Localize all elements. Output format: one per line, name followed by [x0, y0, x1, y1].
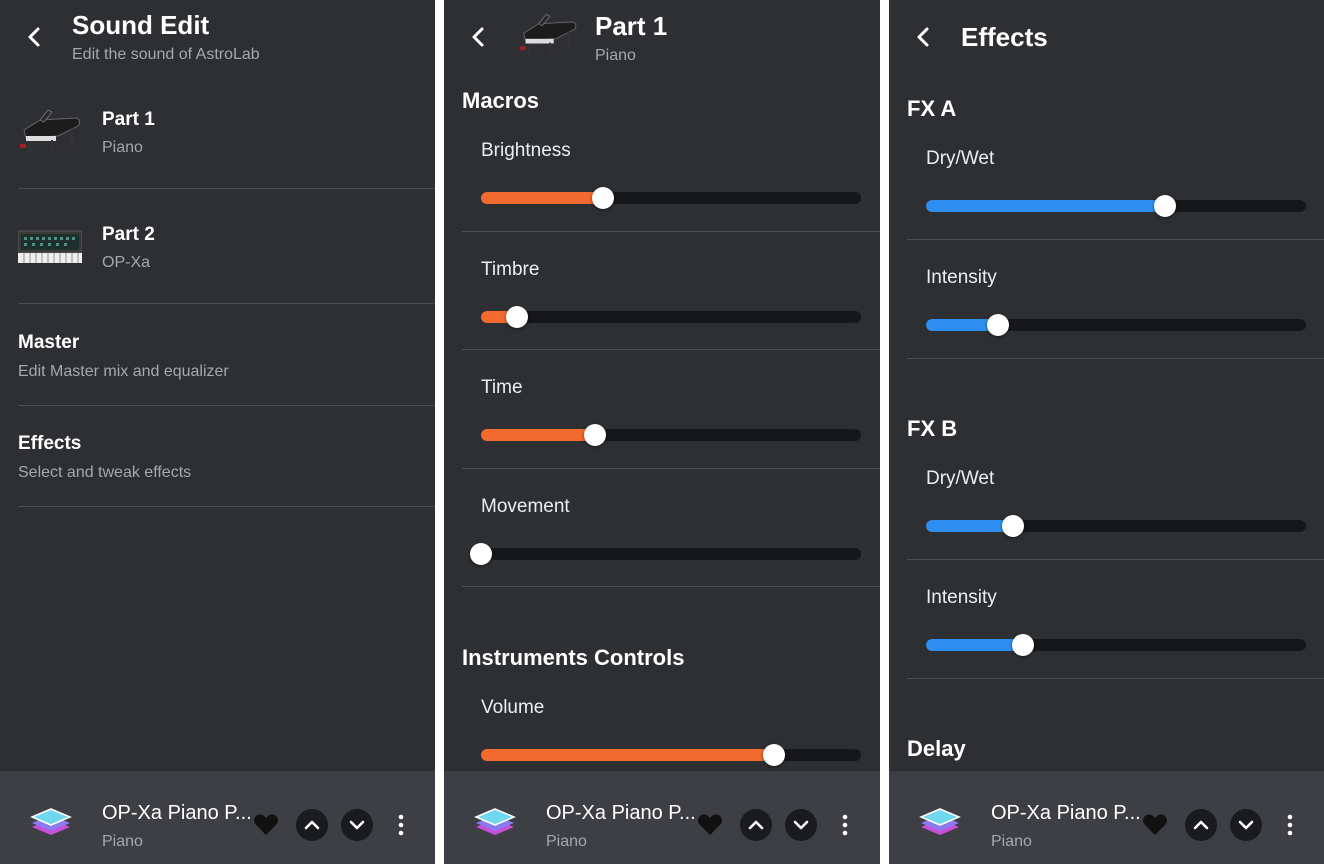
- divider: [18, 506, 435, 507]
- heart-icon[interactable]: [1141, 811, 1169, 839]
- fx-b-dry-wet-slider-thumb[interactable]: [1002, 515, 1025, 537]
- movement-slider-thumb[interactable]: [470, 543, 492, 565]
- fx-b-intensity-slider-thumb[interactable]: [1011, 634, 1034, 656]
- track-subtitle: Piano: [102, 833, 143, 850]
- effects-panel: Effects FX A Dry/Wet Intensity FX B Dry/…: [889, 0, 1324, 864]
- page-title: Part 1: [595, 11, 668, 41]
- grand-piano-image: [20, 109, 81, 154]
- fx-a-dry-wet-slider[interactable]: [926, 195, 1306, 217]
- part-2-title: Part 2: [102, 224, 155, 245]
- divider: [462, 349, 880, 350]
- chevron-up-icon[interactable]: [1185, 809, 1217, 841]
- master-item[interactable]: Master Edit Master mix and equalizer: [0, 304, 435, 405]
- track-title: OP-Xa Piano P...: [102, 802, 252, 824]
- fx-a-dry-wet-slider-thumb[interactable]: [1154, 195, 1177, 217]
- chevron-up-icon[interactable]: [740, 809, 772, 841]
- part-1-title: Part 1: [102, 109, 155, 130]
- fx-a-dry-wet-slider-fill: [926, 200, 1166, 212]
- chevron-up-icon[interactable]: [296, 809, 328, 841]
- grand-piano-image: [519, 13, 577, 56]
- time-slider[interactable]: [481, 424, 861, 446]
- volume-slider-thumb[interactable]: [762, 744, 785, 766]
- chevron-down-icon[interactable]: [1230, 809, 1262, 841]
- delay-heading: Delay: [907, 736, 966, 761]
- brightness-label: Brightness: [481, 140, 571, 161]
- timbre-slider-thumb[interactable]: [506, 306, 529, 328]
- movement-label: Movement: [481, 496, 570, 517]
- track-subtitle: Piano: [546, 833, 587, 850]
- page-subtitle: Piano: [595, 47, 636, 64]
- volume-slider-fill: [481, 749, 774, 761]
- brightness-slider-fill: [481, 192, 603, 204]
- effects-item[interactable]: Effects Select and tweak effects: [0, 406, 435, 506]
- page-title: Effects: [961, 22, 1048, 52]
- master-subtitle: Edit Master mix and equalizer: [18, 363, 229, 380]
- part-1-subtitle: Piano: [102, 139, 143, 156]
- more-vertical-icon[interactable]: [1279, 811, 1301, 839]
- back-arrow-icon[interactable]: [464, 22, 494, 52]
- divider: [462, 586, 880, 587]
- track-title: OP-Xa Piano P...: [991, 802, 1141, 824]
- fx-a-intensity-slider-thumb[interactable]: [987, 314, 1010, 336]
- movement-slider[interactable]: [470, 543, 861, 565]
- now-playing-bar[interactable]: OP-Xa Piano P... Piano: [0, 770, 435, 864]
- effects-title: Effects: [18, 433, 82, 454]
- time-label: Time: [481, 377, 523, 398]
- timbre-slider[interactable]: [481, 306, 861, 328]
- chevron-down-icon[interactable]: [785, 809, 817, 841]
- back-arrow-icon[interactable]: [909, 22, 939, 52]
- time-slider-thumb[interactable]: [584, 424, 606, 446]
- divider: [462, 468, 880, 469]
- effects-subtitle: Select and tweak effects: [18, 464, 192, 481]
- fx-b-dry-wet-slider[interactable]: [926, 515, 1306, 537]
- heart-icon[interactable]: [252, 811, 280, 839]
- brightness-slider-thumb[interactable]: [591, 187, 614, 209]
- chevron-down-icon[interactable]: [341, 809, 373, 841]
- more-vertical-icon[interactable]: [390, 811, 412, 839]
- volume-label: Volume: [481, 697, 545, 718]
- layers-icon: [30, 808, 72, 835]
- back-arrow-icon[interactable]: [20, 22, 50, 52]
- timbre-label: Timbre: [481, 259, 540, 280]
- layers-icon: [919, 808, 961, 835]
- now-playing-bar[interactable]: OP-Xa Piano P... Piano: [889, 770, 1324, 864]
- part-2-subtitle: OP-Xa: [102, 254, 151, 271]
- instruments-controls-heading: Instruments Controls: [462, 645, 685, 670]
- divider: [907, 239, 1324, 240]
- fx-b-intensity-slider[interactable]: [926, 634, 1306, 656]
- more-vertical-icon[interactable]: [834, 811, 856, 839]
- heart-icon[interactable]: [696, 811, 724, 839]
- fx-a-heading: FX A: [907, 96, 957, 121]
- fx-b-intensity-label: Intensity: [926, 587, 997, 608]
- divider: [907, 678, 1324, 679]
- layers-icon: [474, 808, 516, 835]
- page-subtitle: Edit the sound of AstroLab: [72, 46, 260, 63]
- synthesizer-image: [18, 230, 82, 263]
- time-slider-fill: [481, 429, 595, 441]
- fx-a-intensity-label: Intensity: [926, 267, 997, 288]
- divider: [907, 358, 1324, 359]
- brightness-slider[interactable]: [481, 187, 861, 209]
- fx-a-intensity-slider[interactable]: [926, 314, 1306, 336]
- page-title: Sound Edit: [72, 10, 210, 40]
- master-title: Master: [18, 332, 80, 353]
- fx-b-intensity-slider-fill: [926, 639, 1023, 651]
- now-playing-bar[interactable]: OP-Xa Piano P... Piano: [444, 770, 880, 864]
- divider: [907, 559, 1324, 560]
- part-1-panel: Part 1 Piano Macros Brightness Timbre Ti…: [444, 0, 880, 864]
- part-2-item[interactable]: Part 2 OP-Xa: [0, 189, 435, 303]
- divider: [462, 231, 880, 232]
- fx-b-dry-wet-slider-fill: [926, 520, 1014, 532]
- track-subtitle: Piano: [991, 833, 1032, 850]
- fx-b-dry-wet-label: Dry/Wet: [926, 468, 995, 489]
- fx-a-dry-wet-label: Dry/Wet: [926, 148, 995, 169]
- fx-b-heading: FX B: [907, 416, 958, 441]
- part-1-item[interactable]: Part 1 Piano: [0, 90, 435, 188]
- sound-edit-panel: Sound Edit Edit the sound of AstroLab Pa…: [0, 0, 435, 864]
- macros-heading: Macros: [462, 88, 540, 113]
- volume-slider[interactable]: [481, 744, 861, 766]
- track-title: OP-Xa Piano P...: [546, 802, 696, 824]
